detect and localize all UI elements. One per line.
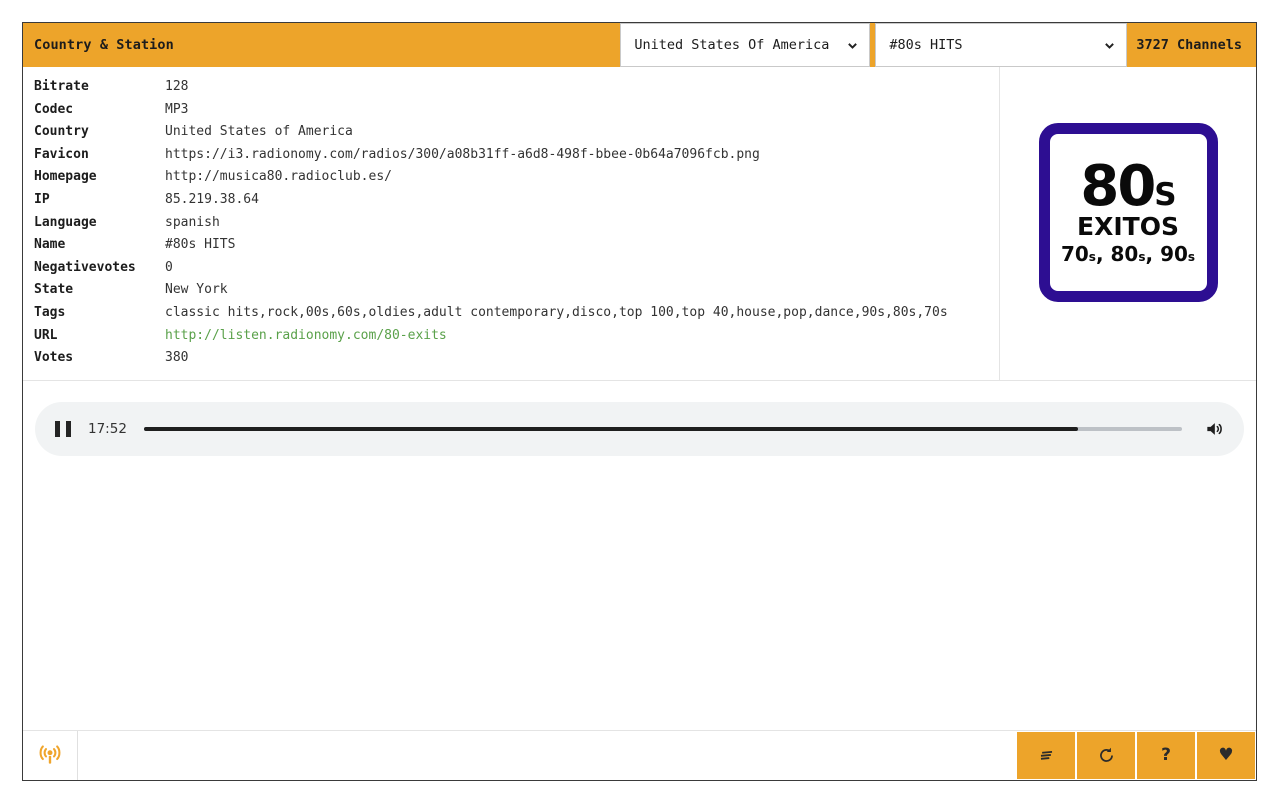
row-value: spanish (165, 214, 220, 230)
row-value-link[interactable]: http://listen.radionomy.com/80-exits (165, 325, 447, 348)
logo-70: 70 (1060, 242, 1089, 267)
table-row: Codec MP3 (34, 99, 999, 122)
row-key: Country (34, 124, 89, 140)
table-row: Language spanish (34, 212, 999, 235)
audio-player-zone: 17:52 (23, 381, 1256, 456)
row-key: Tags (34, 304, 66, 320)
table-row: Votes 380 (34, 347, 999, 370)
logo-line-1: 80 S (1080, 153, 1176, 219)
station-select-value: #80s HITS (889, 37, 963, 53)
app-header: Country & Station United States Of Ameri… (23, 23, 1256, 67)
row-key: Name (34, 237, 66, 253)
logo-sep-2: , (1145, 242, 1161, 267)
logo-80b-s: s (1138, 250, 1146, 265)
row-value: http://musica80.radioclub.es/ (165, 169, 392, 185)
list-button[interactable] (1017, 732, 1077, 779)
row-key: IP (34, 191, 50, 207)
row-key: Bitrate (34, 79, 89, 94)
country-select-value: United States Of America (634, 37, 830, 53)
footer-spacer (78, 731, 1017, 780)
progress-fill (143, 427, 1079, 431)
table-row: Country United States of America (34, 121, 999, 144)
audio-player: 17:52 (35, 402, 1244, 456)
row-key: Codec (34, 101, 74, 117)
footer-button-group: ? ♥ (1017, 731, 1256, 780)
row-key: Language (34, 214, 97, 230)
row-value: United States of America (165, 124, 353, 140)
table-row: Name #80s HITS (34, 234, 999, 257)
logo-80b: 80 (1110, 242, 1139, 267)
row-value: MP3 (165, 101, 189, 117)
table-row: IP 85.219.38.64 (34, 189, 999, 212)
favorite-button[interactable]: ♥ (1197, 732, 1255, 779)
header-controls: United States Of America #80s HITS (620, 23, 1128, 67)
logo-line-3: 70 s, 80 s, 90 s (1061, 243, 1195, 265)
progress-bar[interactable] (143, 427, 1182, 431)
row-value: #80s HITS (165, 237, 236, 253)
table-row: State New York (34, 279, 999, 302)
chevron-down-icon (1105, 42, 1115, 49)
help-button[interactable]: ? (1137, 732, 1197, 779)
logo-90-s: s (1187, 250, 1196, 265)
table-row: URL http://listen.radionomy.com/80-exits (34, 325, 999, 348)
app-footer: ? ♥ (23, 730, 1256, 780)
row-value: 380 (165, 350, 189, 366)
station-info-section: Bitrate 128 Codec MP3 Country United Sta… (23, 67, 1256, 381)
heart-icon: ♥ (1218, 745, 1234, 765)
row-value: 128 (165, 79, 189, 94)
row-value: https://i3.radionomy.com/radios/300/a08b… (165, 146, 760, 162)
footer-brand (23, 731, 78, 780)
page-title: Country & Station (34, 37, 174, 53)
pause-icon[interactable] (55, 421, 71, 437)
logo-line-2: EXITOS (1077, 211, 1179, 241)
chevron-down-icon (848, 42, 858, 49)
row-key: Homepage (34, 169, 97, 185)
table-row: Homepage http://musica80.radioclub.es/ (34, 166, 999, 189)
station-logo: 80 S EXITOS 70 s, 80 s, 90 s (1038, 123, 1218, 302)
logo-70-s: s (1088, 250, 1096, 265)
table-row: Negativevotes 0 (34, 257, 999, 280)
row-key: Negativevotes (34, 259, 136, 275)
radio-browser-window: Country & Station United States Of Ameri… (22, 22, 1257, 781)
logo-80: 80 (1080, 153, 1156, 219)
logo-90: 90 (1160, 242, 1188, 267)
table-row: Bitrate 128 (34, 76, 999, 99)
broadcast-tower-icon (39, 744, 61, 764)
row-value: classic hits,rock,00s,60s,oldies,adult c… (165, 304, 948, 320)
question-icon: ? (1161, 745, 1171, 765)
channel-count: 3727 Channels (1136, 37, 1242, 53)
refresh-button[interactable] (1077, 732, 1137, 779)
logo-s: S (1154, 176, 1176, 213)
table-row: Tags classic hits,rock,00s,60s,oldies,ad… (34, 302, 999, 325)
row-value: 85.219.38.64 (165, 191, 259, 207)
station-details-table: Bitrate 128 Codec MP3 Country United Sta… (23, 67, 999, 380)
row-value: New York (165, 282, 228, 298)
row-value: 0 (165, 259, 173, 275)
refresh-icon (1099, 747, 1113, 762)
player-time: 17:52 (88, 421, 127, 437)
logo-sep-1: , (1095, 242, 1111, 267)
country-select[interactable]: United States Of America (620, 23, 871, 67)
list-lines-icon (1040, 750, 1052, 760)
row-key: State (34, 282, 74, 298)
content-filler (23, 456, 1256, 730)
station-logo-pane: 80 S EXITOS 70 s, 80 s, 90 s (999, 67, 1256, 380)
row-key: URL (34, 327, 58, 343)
row-key: Votes (34, 350, 74, 366)
volume-icon[interactable] (1204, 419, 1224, 439)
row-key: Favicon (34, 146, 89, 162)
table-row: Favicon https://i3.radionomy.com/radios/… (34, 144, 999, 167)
app-body: Bitrate 128 Codec MP3 Country United Sta… (23, 67, 1256, 780)
station-select[interactable]: #80s HITS (875, 23, 1128, 67)
